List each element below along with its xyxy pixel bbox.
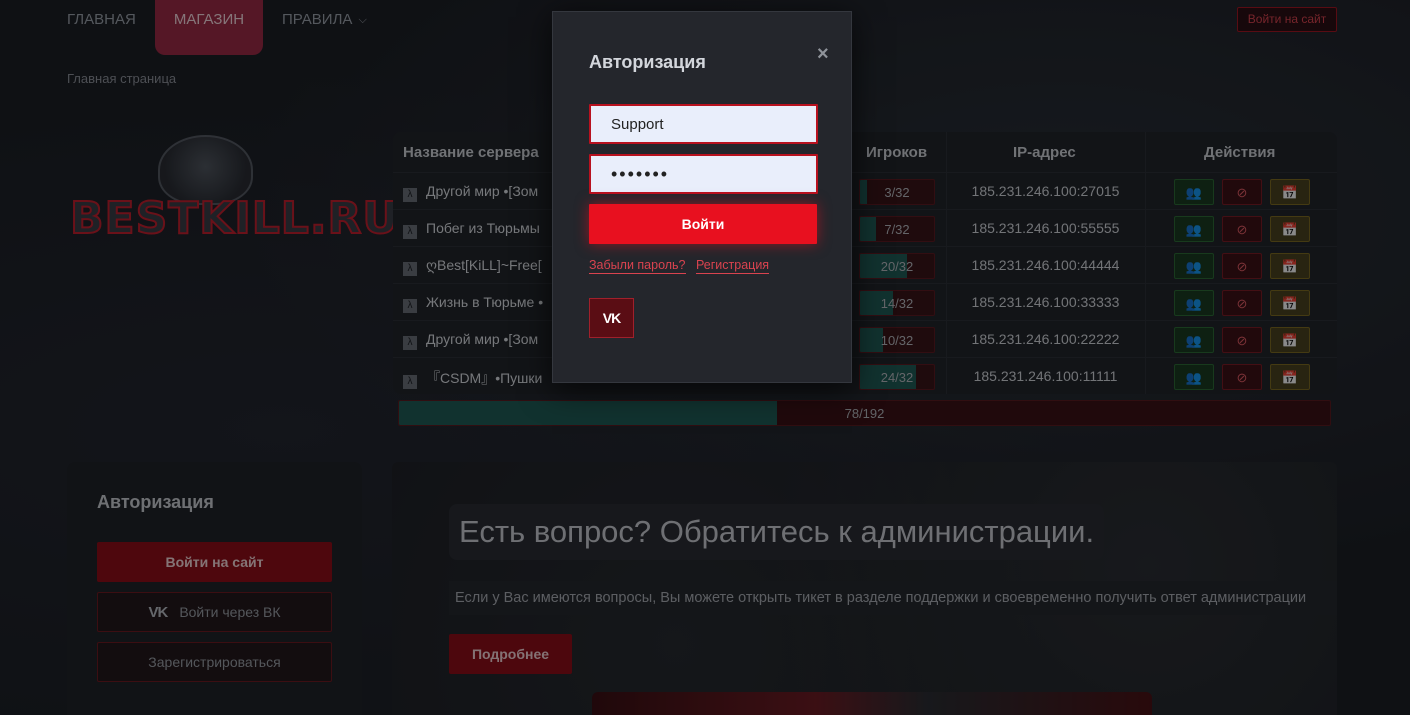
password-input[interactable] bbox=[589, 154, 818, 194]
vk-icon[interactable]: VK bbox=[589, 298, 634, 338]
login-input[interactable] bbox=[589, 104, 818, 144]
forgot-password-link[interactable]: Забыли пароль? bbox=[589, 258, 686, 274]
modal-title: Авторизация bbox=[589, 52, 706, 72]
register-link[interactable]: Регистрация bbox=[696, 258, 770, 274]
submit-login-button[interactable]: Войти bbox=[589, 204, 817, 244]
close-icon[interactable]: × bbox=[817, 43, 829, 66]
login-modal: Авторизация × Войти Забыли пароль? Регис… bbox=[552, 11, 852, 383]
